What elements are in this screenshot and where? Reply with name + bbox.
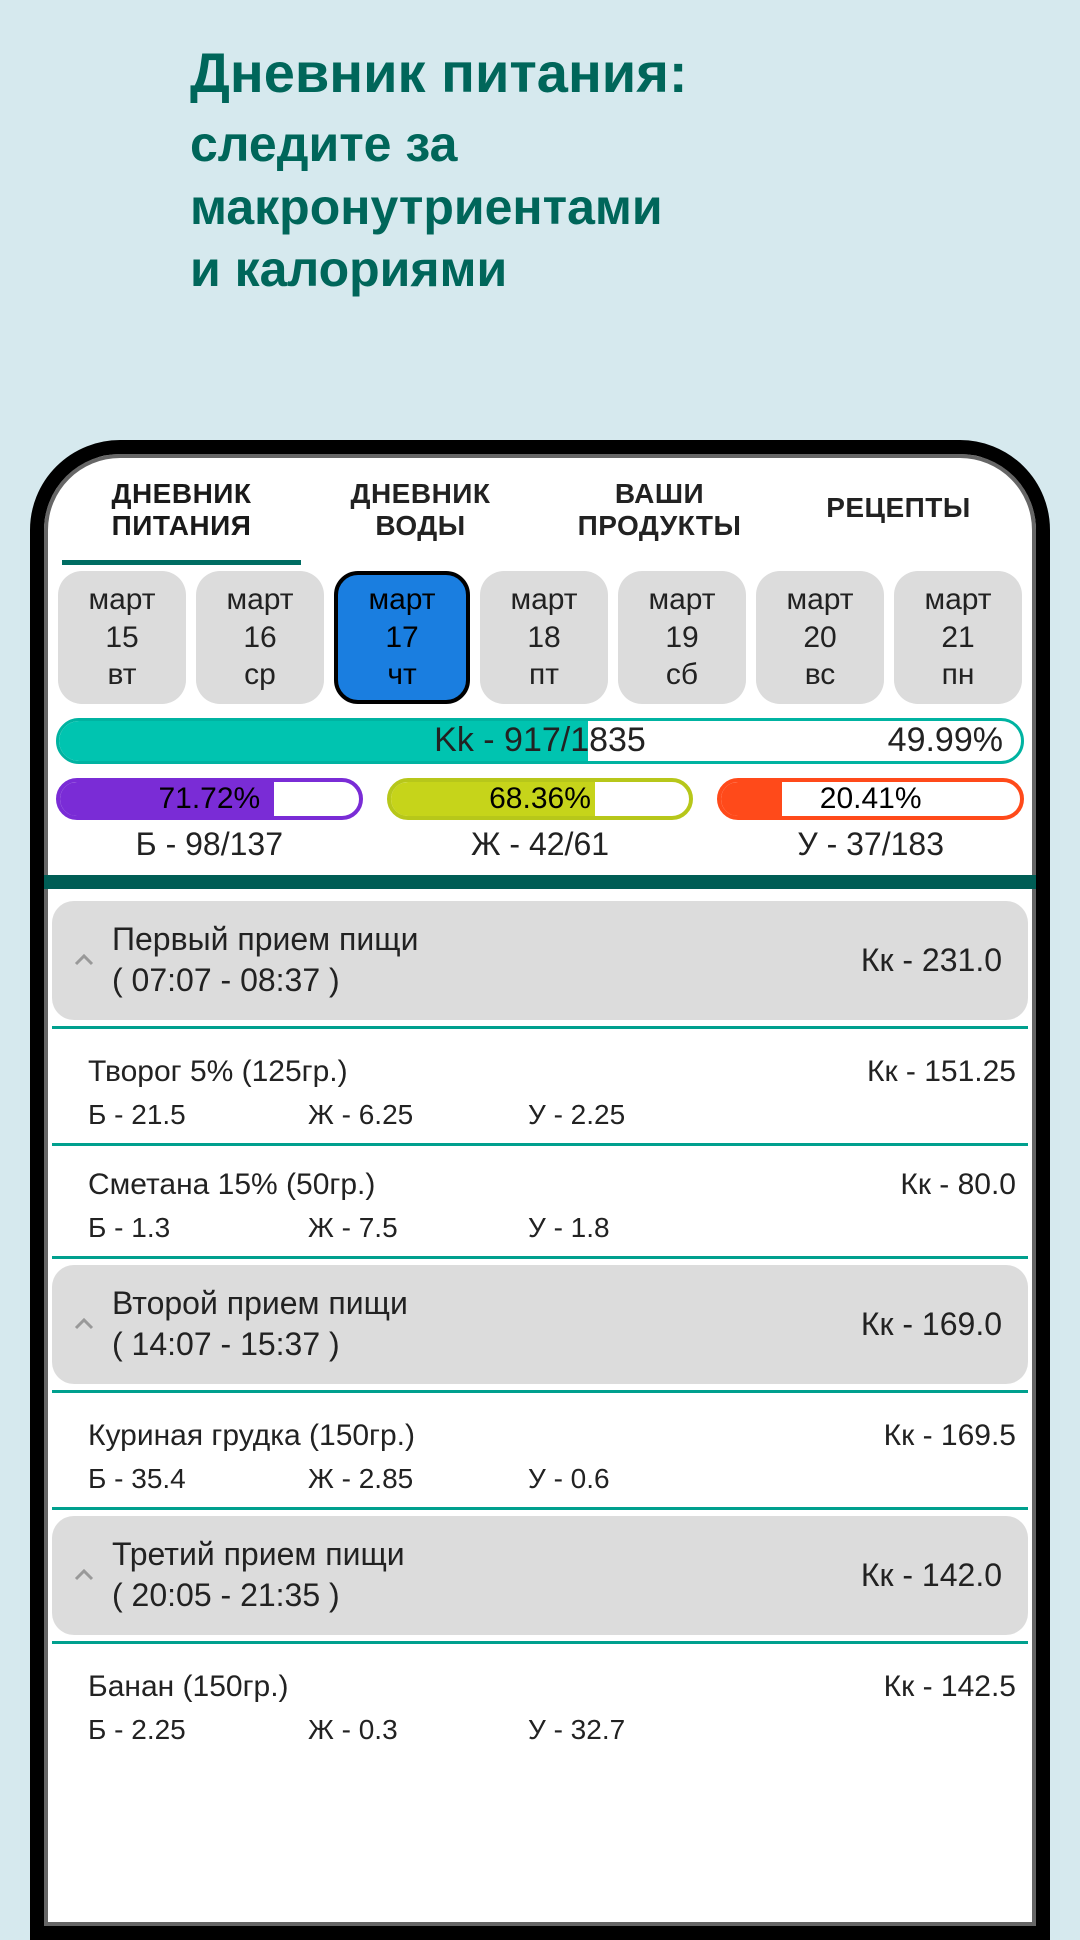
food-name: Сметана 15% (50гр.): [88, 1168, 375, 1202]
app-screen: ДНЕВНИК ПИТАНИЯ ДНЕВНИК ВОДЫ ВАШИ ПРОДУК…: [44, 454, 1036, 1758]
tab-water-diary[interactable]: ДНЕВНИК ВОДЫ: [301, 464, 540, 565]
meal-calories: Кк - 231.0: [861, 942, 1002, 979]
meal-title: Третий прием пищи ( 20:05 - 21:35 ): [112, 1534, 847, 1617]
promo-title: Дневник питания:: [190, 40, 1080, 105]
meal-header-3[interactable]: Третий прием пищи ( 20:05 - 21:35 ) Кк -…: [52, 1516, 1028, 1635]
protein-percent: 71.72%: [60, 782, 359, 816]
macro-fat: 68.36% Ж - 42/61: [387, 778, 694, 863]
meal-name: Первый прием пищи: [112, 919, 847, 961]
date-month: март: [618, 581, 746, 619]
tab-your-products[interactable]: ВАШИ ПРОДУКТЫ: [540, 464, 779, 565]
calories-progress: Kk - 917/1835 49.99%: [56, 718, 1024, 764]
date-month: март: [338, 581, 466, 619]
tab-food-diary[interactable]: ДНЕВНИК ПИТАНИЯ: [62, 464, 301, 565]
date-15[interactable]: март 15 вт: [58, 571, 186, 704]
meal-time: ( 14:07 - 15:37 ): [112, 1324, 847, 1366]
meal-name: Второй прием пищи: [112, 1283, 847, 1325]
chevron-up-icon: [70, 946, 98, 974]
promo-header: Дневник питания: следите за макронутриен…: [0, 0, 1080, 301]
date-21[interactable]: март 21 пн: [894, 571, 1022, 704]
food-calories: Кк - 151.25: [867, 1055, 1016, 1089]
food-carb: У - 1.8: [528, 1212, 748, 1244]
date-weekday: вт: [58, 656, 186, 694]
divider: [52, 1026, 1028, 1029]
phone-frame: ДНЕВНИК ПИТАНИЯ ДНЕВНИК ВОДЫ ВАШИ ПРОДУК…: [30, 440, 1050, 1940]
food-protein: Б - 1.3: [88, 1212, 308, 1244]
food-fat: Ж - 0.3: [308, 1714, 528, 1746]
date-day: 20: [756, 619, 884, 657]
section-separator: [44, 875, 1036, 889]
divider: [52, 1390, 1028, 1393]
food-name: Банан (150гр.): [88, 1670, 289, 1704]
macro-protein: 71.72% Б - 98/137: [56, 778, 363, 863]
date-weekday: сб: [618, 656, 746, 694]
date-month: март: [58, 581, 186, 619]
date-month: март: [196, 581, 324, 619]
date-18[interactable]: март 18 пт: [480, 571, 608, 704]
date-weekday: чт: [338, 656, 466, 694]
food-carb: У - 0.6: [528, 1463, 748, 1495]
divider: [52, 1641, 1028, 1644]
food-item[interactable]: Куриная грудка (150гр.) Кк - 169.5 Б - 3…: [52, 1403, 1028, 1510]
date-day: 16: [196, 619, 324, 657]
date-20[interactable]: март 20 вс: [756, 571, 884, 704]
food-carb: У - 32.7: [528, 1714, 748, 1746]
food-fat: Ж - 2.85: [308, 1463, 528, 1495]
meal-name: Третий прием пищи: [112, 1534, 847, 1576]
calories-label: Kk - 917/1835: [59, 721, 1021, 761]
meal-calories: Кк - 142.0: [861, 1557, 1002, 1594]
date-weekday: пт: [480, 656, 608, 694]
date-17-selected[interactable]: март 17 чт: [334, 571, 470, 704]
food-item[interactable]: Сметана 15% (50гр.) Кк - 80.0 Б - 1.3 Ж …: [52, 1152, 1028, 1259]
date-day: 21: [894, 619, 1022, 657]
meal-title: Первый прием пищи ( 07:07 - 08:37 ): [112, 919, 847, 1002]
meal-title: Второй прием пищи ( 14:07 - 15:37 ): [112, 1283, 847, 1366]
date-day: 17: [338, 619, 466, 657]
food-fat: Ж - 7.5: [308, 1212, 528, 1244]
food-calories: Кк - 80.0: [900, 1168, 1016, 1202]
date-weekday: пн: [894, 656, 1022, 694]
food-carb: У - 2.25: [528, 1099, 748, 1131]
date-month: март: [756, 581, 884, 619]
food-protein: Б - 35.4: [88, 1463, 308, 1495]
date-weekday: ср: [196, 656, 324, 694]
food-protein: Б - 2.25: [88, 1714, 308, 1746]
food-calories: Кк - 169.5: [884, 1419, 1016, 1453]
date-16[interactable]: март 16 ср: [196, 571, 324, 704]
date-month: март: [480, 581, 608, 619]
macro-carb: 20.41% У - 37/183: [717, 778, 1024, 863]
carb-percent: 20.41%: [721, 782, 1020, 816]
date-day: 15: [58, 619, 186, 657]
meal-header-1[interactable]: Первый прием пищи ( 07:07 - 08:37 ) Кк -…: [52, 901, 1028, 1020]
food-item[interactable]: Творог 5% (125гр.) Кк - 151.25 Б - 21.5 …: [52, 1039, 1028, 1146]
date-month: март: [894, 581, 1022, 619]
calories-percent: 49.99%: [888, 721, 1003, 761]
food-fat: Ж - 6.25: [308, 1099, 528, 1131]
food-name: Творог 5% (125гр.): [88, 1055, 348, 1089]
food-name: Куриная грудка (150гр.): [88, 1419, 415, 1453]
meal-calories: Кк - 169.0: [861, 1306, 1002, 1343]
meal-time: ( 20:05 - 21:35 ): [112, 1575, 847, 1617]
food-protein: Б - 21.5: [88, 1099, 308, 1131]
top-tabs: ДНЕВНИК ПИТАНИЯ ДНЕВНИК ВОДЫ ВАШИ ПРОДУК…: [52, 464, 1028, 565]
food-item[interactable]: Банан (150гр.) Кк - 142.5 Б - 2.25 Ж - 0…: [52, 1654, 1028, 1758]
food-calories: Кк - 142.5: [884, 1670, 1016, 1704]
protein-label: Б - 98/137: [56, 826, 363, 863]
fat-label: Ж - 42/61: [387, 826, 694, 863]
date-day: 19: [618, 619, 746, 657]
date-day: 18: [480, 619, 608, 657]
date-strip: март 15 вт март 16 ср март 17 чт март 18…: [52, 571, 1028, 704]
date-weekday: вс: [756, 656, 884, 694]
meal-time: ( 07:07 - 08:37 ): [112, 960, 847, 1002]
chevron-up-icon: [70, 1561, 98, 1589]
promo-subtitle: следите за макронутриентами и калориями: [190, 113, 1080, 301]
tab-recipes[interactable]: РЕЦЕПТЫ: [779, 464, 1018, 565]
date-19[interactable]: март 19 сб: [618, 571, 746, 704]
chevron-up-icon: [70, 1310, 98, 1338]
fat-percent: 68.36%: [391, 782, 690, 816]
carb-label: У - 37/183: [717, 826, 1024, 863]
meal-header-2[interactable]: Второй прием пищи ( 14:07 - 15:37 ) Кк -…: [52, 1265, 1028, 1384]
macros-row: 71.72% Б - 98/137 68.36% Ж - 42/61 20.41…: [52, 778, 1028, 863]
